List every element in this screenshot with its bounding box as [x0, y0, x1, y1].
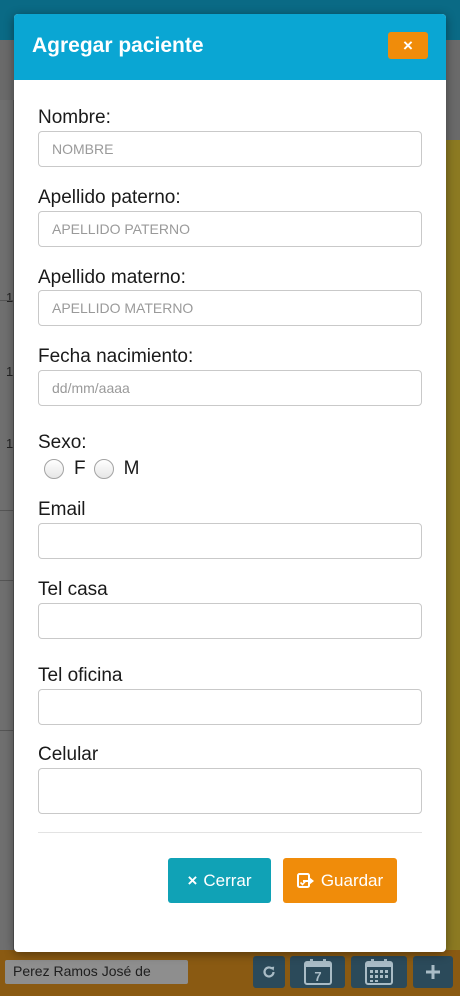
calendar-day-icon: 7 — [303, 959, 332, 985]
share-check-icon — [296, 872, 315, 889]
background-right-strip — [446, 140, 460, 960]
close-icon: × — [403, 35, 413, 55]
plus-icon — [426, 965, 440, 979]
apellido-materno-input[interactable] — [38, 290, 422, 326]
modal-header: Agregar paciente × — [14, 14, 446, 80]
add-button[interactable] — [413, 956, 453, 988]
sexo-label: Sexo: — [38, 432, 87, 453]
email-label: Email — [38, 499, 86, 520]
background-grid-line — [0, 300, 14, 301]
background-row-number: 1 — [6, 290, 14, 305]
fecha-nacimiento-label: Fecha nacimiento: — [38, 346, 194, 367]
cerrar-button[interactable]: × Cerrar — [168, 858, 271, 903]
background-grid-line — [0, 580, 14, 581]
calendar-icon — [365, 959, 393, 985]
celular-label: Celular — [38, 744, 99, 765]
background-row-number: 1 — [6, 364, 14, 379]
background-row-number: 1 — [6, 436, 14, 451]
calendar-day-number: 7 — [314, 969, 321, 984]
tel-oficina-input[interactable] — [38, 689, 422, 725]
apellido-materno-label: Apellido materno: — [38, 267, 186, 288]
nombre-input[interactable] — [38, 131, 422, 167]
guardar-button-label: Guardar — [320, 870, 384, 890]
apellido-paterno-label: Apellido paterno: — [38, 187, 181, 208]
nombre-label: Nombre: — [38, 107, 111, 128]
footer-divider — [38, 832, 422, 833]
tel-casa-label: Tel casa — [38, 579, 108, 600]
guardar-button[interactable]: Guardar — [283, 858, 397, 903]
fecha-nacimiento-input[interactable] — [38, 370, 422, 406]
close-modal-button[interactable]: × — [388, 32, 428, 59]
cerrar-button-label: Cerrar — [203, 870, 252, 890]
background-left-column: 1 1 1 — [0, 100, 14, 960]
tel-casa-input[interactable] — [38, 603, 422, 639]
add-patient-modal: Agregar paciente × Nombre: Apellido pate… — [14, 14, 446, 952]
apellido-paterno-input[interactable] — [38, 211, 422, 247]
sexo-radio-group: F M — [44, 458, 147, 480]
celular-input[interactable] — [38, 768, 422, 814]
sexo-radio-m[interactable] — [93, 459, 114, 479]
calendar-month-button[interactable] — [351, 956, 407, 988]
sexo-option-f-label: F — [74, 458, 86, 479]
sexo-radio-f[interactable] — [44, 459, 64, 479]
background-grid-line — [0, 510, 14, 511]
refresh-button[interactable] — [253, 956, 285, 988]
today-calendar-button[interactable]: 7 — [290, 956, 345, 988]
sexo-option-m-label: M — [123, 458, 140, 479]
background-patient-name[interactable]: Perez Ramos José de — [5, 960, 188, 984]
email-input[interactable] — [38, 523, 422, 559]
refresh-icon — [263, 966, 275, 978]
tel-oficina-label: Tel oficina — [38, 665, 123, 686]
background-grid-line — [0, 730, 14, 731]
close-icon: × — [187, 870, 198, 890]
modal-title: Agregar paciente — [32, 34, 204, 57]
